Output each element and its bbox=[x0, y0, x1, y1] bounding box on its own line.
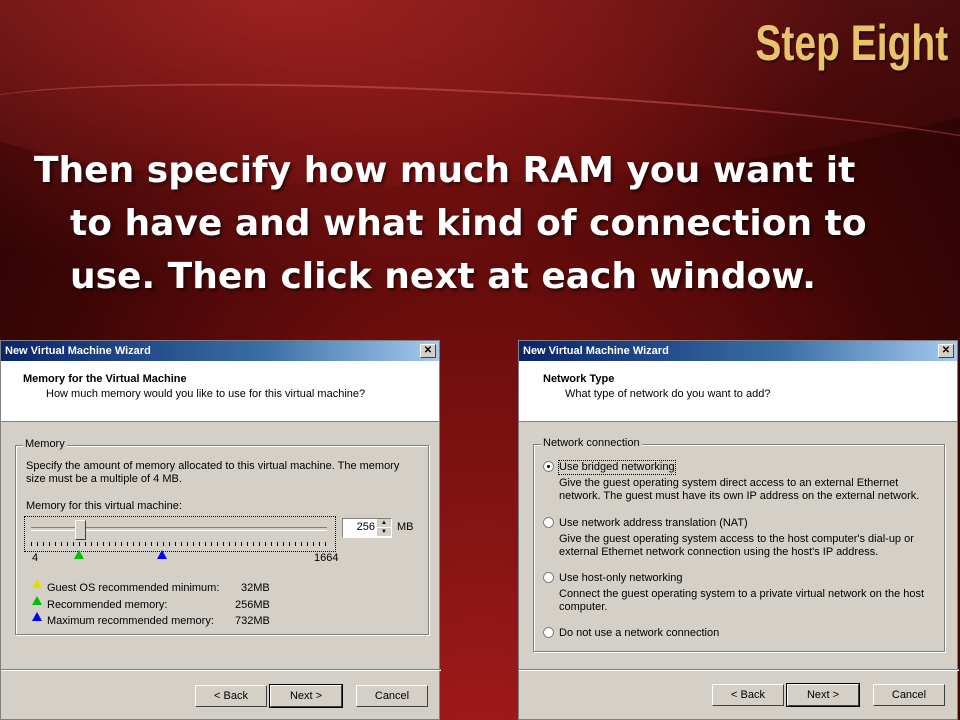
minimum-legend-icon bbox=[32, 579, 42, 588]
header-subtitle: What type of network do you want to add? bbox=[565, 388, 771, 400]
bridged-radio[interactable] bbox=[543, 461, 554, 472]
body-line-3: use. Then click next at each window. bbox=[70, 256, 816, 297]
recommended-marker-icon bbox=[74, 550, 84, 559]
legend-max-value: 732MB bbox=[235, 615, 270, 627]
bridged-description: Give the guest operating system direct a… bbox=[559, 477, 920, 502]
host-only-radio[interactable] bbox=[543, 572, 554, 583]
memory-description: Specify the amount of memory allocated t… bbox=[26, 460, 400, 485]
header-subtitle: How much memory would you like to use fo… bbox=[46, 388, 366, 400]
title-bar: New Virtual Machine Wizard ✕ bbox=[519, 341, 957, 361]
slide-body: Then specify how much RAM you want it to… bbox=[34, 144, 934, 303]
button-separator bbox=[519, 669, 959, 671]
slider-min-label: 4 bbox=[32, 552, 39, 564]
memory-spinbox[interactable]: 256 ▲ ▼ bbox=[342, 518, 392, 538]
cancel-button[interactable]: Cancel bbox=[873, 684, 945, 706]
group-label: Memory bbox=[23, 438, 67, 450]
legend-rec-value: 256MB bbox=[235, 599, 270, 611]
memory-dialog: New Virtual Machine Wizard ✕ Memory for … bbox=[0, 340, 441, 720]
recommended-legend-icon bbox=[32, 596, 42, 605]
button-separator bbox=[1, 669, 441, 671]
next-button[interactable]: Next > bbox=[786, 683, 860, 707]
back-button[interactable]: < Back bbox=[195, 685, 267, 707]
no-network-radio[interactable] bbox=[543, 627, 554, 638]
wizard-header: Network Type What type of network do you… bbox=[519, 361, 957, 422]
header-title: Network Type bbox=[543, 373, 615, 385]
legend-max-label: Maximum recommended memory: bbox=[47, 615, 214, 627]
nat-radio[interactable] bbox=[543, 517, 554, 528]
legend-min-label: Guest OS recommended minimum: bbox=[47, 582, 220, 594]
network-dialog: New Virtual Machine Wizard ✕ Network Typ… bbox=[518, 340, 959, 720]
memory-slider[interactable] bbox=[24, 516, 336, 552]
title-bar: New Virtual Machine Wizard ✕ bbox=[1, 341, 439, 361]
close-button[interactable]: ✕ bbox=[938, 344, 954, 358]
back-button[interactable]: < Back bbox=[712, 684, 784, 706]
legend-min-value: 32MB bbox=[241, 582, 270, 594]
slider-ticks bbox=[31, 542, 327, 546]
body-line-2: to have and what kind of connection to bbox=[70, 203, 867, 244]
body-line-1: Then specify how much RAM you want it bbox=[34, 150, 856, 191]
slider-max-label: 1664 bbox=[314, 552, 339, 564]
group-label: Network connection bbox=[541, 437, 642, 449]
bridged-label[interactable]: Use bridged networking bbox=[558, 460, 676, 475]
host-only-description: Connect the guest operating system to a … bbox=[559, 588, 925, 613]
window-title: New Virtual Machine Wizard bbox=[5, 345, 151, 357]
slide-title: Step Eight bbox=[755, 15, 948, 71]
window-title: New Virtual Machine Wizard bbox=[523, 345, 669, 357]
close-button[interactable]: ✕ bbox=[420, 344, 436, 358]
memory-field-label: Memory for this virtual machine: bbox=[26, 500, 182, 512]
header-title: Memory for the Virtual Machine bbox=[23, 373, 187, 385]
wizard-header: Memory for the Virtual Machine How much … bbox=[1, 361, 439, 422]
nat-label[interactable]: Use network address translation (NAT) bbox=[559, 517, 748, 530]
maximum-legend-icon bbox=[32, 612, 42, 621]
memory-input[interactable]: 256 bbox=[357, 521, 375, 533]
host-only-label[interactable]: Use host-only networking bbox=[559, 572, 683, 585]
maximum-marker-icon bbox=[157, 550, 167, 559]
slider-thumb[interactable] bbox=[75, 520, 86, 540]
cancel-button[interactable]: Cancel bbox=[356, 685, 428, 707]
next-button[interactable]: Next > bbox=[269, 684, 343, 708]
spin-up-button[interactable]: ▲ bbox=[377, 519, 391, 527]
spin-down-button[interactable]: ▼ bbox=[377, 528, 391, 536]
nat-description: Give the guest operating system access t… bbox=[559, 533, 914, 558]
no-network-label[interactable]: Do not use a network connection bbox=[559, 627, 719, 640]
legend-rec-label: Recommended memory: bbox=[47, 599, 168, 611]
memory-group: Memory Specify the amount of memory allo… bbox=[15, 438, 429, 635]
network-group: Network connection Use bridged networkin… bbox=[533, 437, 945, 652]
memory-unit: MB bbox=[397, 521, 414, 533]
